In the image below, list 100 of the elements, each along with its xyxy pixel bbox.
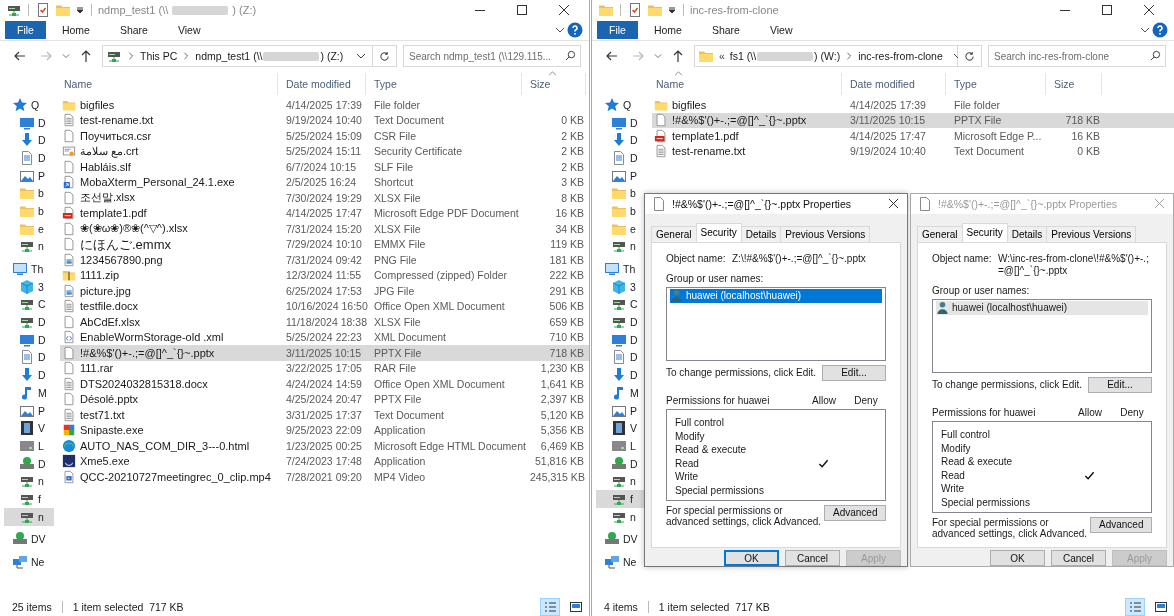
- nav-item[interactable]: n: [592, 237, 646, 256]
- nav-item[interactable]: b: [0, 184, 54, 203]
- column-header[interactable]: Name: [60, 73, 278, 95]
- file-row[interactable]: Habláis.slf 6/7/2024 10:15 SLF File 2 KB: [60, 159, 589, 175]
- dialog-tab[interactable]: Previous Versions: [1046, 225, 1137, 242]
- nav-item[interactable]: n: [4, 507, 54, 526]
- close-icon[interactable]: [1143, 4, 1155, 16]
- large-icons-view-icon[interactable]: [1152, 599, 1170, 615]
- nav-item[interactable]: b: [592, 184, 646, 203]
- help-icon[interactable]: [1152, 22, 1168, 38]
- file-row[interactable]: 조선말.xlsx 7/30/2024 19:29 XLSX File 8 KB: [60, 190, 589, 206]
- maximize-icon[interactable]: [1101, 4, 1113, 16]
- nav-item[interactable]: P: [592, 166, 646, 185]
- nav-item[interactable]: P: [592, 401, 646, 420]
- file-row[interactable]: test-rename.txt 9/19/2024 10:40 Text Document 0 KB: [652, 143, 1174, 159]
- nav-item[interactable]: D: [592, 454, 646, 473]
- properties-icon[interactable]: [35, 2, 51, 18]
- nav-item[interactable]: C: [0, 295, 54, 314]
- file-row[interactable]: !#&%$'()+-.;=@[]^_`{}~.pptx 3/11/2025 10:15 PPTX File 718 KB: [652, 112, 1174, 128]
- column-header[interactable]: Type: [370, 73, 522, 95]
- nav-item[interactable]: D: [0, 454, 54, 473]
- breadcrumb-suffix[interactable]: ) (W:): [814, 50, 841, 62]
- nav-item[interactable]: D: [592, 313, 646, 331]
- ribbon-tab[interactable]: View: [163, 22, 215, 38]
- column-header[interactable]: Date modified: [282, 73, 366, 95]
- nav-item[interactable]: P: [0, 401, 54, 420]
- maximize-icon[interactable]: [516, 4, 528, 16]
- file-row[interactable]: picture.jpg 6/25/2024 17:53 JPG File 291 KB: [60, 283, 589, 299]
- nav-item[interactable]: DV: [0, 530, 54, 549]
- nav-item[interactable]: DV: [592, 530, 646, 549]
- ribbon-tab[interactable]: Home: [47, 22, 104, 38]
- nav-item[interactable]: n: [0, 472, 54, 491]
- file-row[interactable]: 1111.zip 12/3/2024 11:55 Compressed (zipped) Folder 222 KB: [60, 267, 589, 283]
- close-icon[interactable]: [558, 4, 570, 16]
- nav-item[interactable]: D: [592, 113, 646, 132]
- ribbon-tab[interactable]: View: [755, 22, 807, 38]
- ribbon-tab[interactable]: Home: [639, 22, 696, 38]
- nav-item[interactable]: D: [592, 348, 646, 367]
- nav-item[interactable]: f: [596, 490, 646, 508]
- file-row[interactable]: template1.pdf 4/14/2025 17:47 Microsoft Edge P... 16 KB: [652, 128, 1174, 144]
- dialog-tab[interactable]: General: [651, 225, 697, 242]
- nav-item[interactable]: D: [592, 366, 646, 384]
- nav-item[interactable]: b: [592, 202, 646, 220]
- ok-button[interactable]: OK: [990, 550, 1045, 566]
- file-menu-button[interactable]: File: [597, 21, 638, 39]
- nav-item[interactable]: D: [0, 313, 54, 331]
- address-bar[interactable]: This PC ndmp_test1 (\\ ) (Z:): [102, 45, 373, 67]
- nav-item[interactable]: D: [0, 131, 54, 150]
- advanced-button[interactable]: Advanced: [1090, 516, 1152, 533]
- dialog-tab[interactable]: General: [917, 225, 963, 242]
- nav-item[interactable]: n: [592, 507, 646, 526]
- breadcrumb[interactable]: inc-res-from-clone: [858, 50, 943, 62]
- search-field[interactable]: Search ndmp_test1 (\\129.115...: [403, 45, 581, 67]
- close-icon[interactable]: [888, 198, 899, 210]
- nav-item[interactable]: b: [0, 202, 54, 220]
- dropdown-icon[interactable]: [667, 5, 677, 15]
- nav-item[interactable]: C: [592, 295, 646, 314]
- file-row[interactable]: EnableWormStorage-old .xml 5/25/2024 22:23 XML Document 710 KB: [60, 329, 589, 345]
- nav-item[interactable]: Q: [592, 96, 646, 114]
- column-header[interactable]: Date modified: [846, 73, 946, 95]
- file-row[interactable]: testfile.docx 10/16/2024 16:50 Office Open XML Document 506 KB: [60, 298, 589, 314]
- column-header[interactable]: Size: [526, 73, 586, 95]
- nav-item[interactable]: Ne: [0, 553, 54, 571]
- nav-item[interactable]: 3: [592, 277, 646, 296]
- dialog-tab[interactable]: Previous Versions: [780, 225, 871, 242]
- user-list-item[interactable]: huawei (localhost\huawei): [936, 300, 1148, 315]
- file-row[interactable]: bigfiles 4/14/2025 17:39 File folder: [60, 97, 589, 113]
- refresh-button[interactable]: [373, 45, 397, 67]
- file-row[interactable]: test-rename.txt 9/19/2024 10:40 Text Document 0 KB: [60, 112, 589, 128]
- advanced-button[interactable]: Advanced: [824, 504, 886, 521]
- nav-item[interactable]: e: [592, 219, 646, 238]
- up-arrow-icon[interactable]: [79, 49, 93, 63]
- ribbon-tab[interactable]: Share: [105, 22, 162, 38]
- nav-item[interactable]: V: [592, 419, 646, 438]
- file-row[interactable]: 111.rar 3/22/2025 17:05 RAR File 1,230 KB: [60, 360, 589, 376]
- edit-button[interactable]: Edit...: [822, 364, 886, 381]
- user-list-item[interactable]: huawei (localhost\huawei): [670, 288, 882, 303]
- file-row[interactable]: DTS2024032815318.docx 4/24/2024 14:59 Office Open XML Document 1,641 KB: [60, 376, 589, 392]
- file-row[interactable]: template1.pdf 4/14/2025 17:47 Microsoft Edge PDF Document 16 KB: [60, 205, 589, 221]
- overflow-chevrons[interactable]: «: [719, 50, 725, 62]
- nav-item[interactable]: Q: [0, 96, 54, 114]
- nav-item[interactable]: P: [0, 166, 54, 185]
- details-view-icon[interactable]: [1126, 599, 1144, 615]
- column-header[interactable]: Size: [1050, 73, 1102, 95]
- nav-item[interactable]: D: [592, 330, 646, 349]
- nav-item[interactable]: D: [0, 366, 54, 384]
- dropdown-icon[interactable]: [75, 5, 85, 15]
- nav-item[interactable]: D: [0, 149, 54, 167]
- nav-item[interactable]: e: [0, 219, 54, 238]
- nav-item[interactable]: D: [0, 330, 54, 349]
- properties-icon[interactable]: [627, 2, 643, 18]
- column-header[interactable]: Type: [950, 73, 1046, 95]
- nav-item[interactable]: n: [592, 472, 646, 491]
- file-row[interactable]: 1234567890.png 7/31/2024 09:42 PNG File 181 KB: [60, 252, 589, 268]
- back-arrow-icon[interactable]: [13, 49, 27, 63]
- cancel-button[interactable]: Cancel: [785, 550, 840, 566]
- nav-item[interactable]: D: [592, 131, 646, 150]
- nav-item[interactable]: 3: [0, 277, 54, 296]
- file-row[interactable]: Xme5.exe 7/24/2023 17:48 Application 51,816 KB: [60, 453, 589, 469]
- cancel-button[interactable]: Cancel: [1051, 550, 1106, 566]
